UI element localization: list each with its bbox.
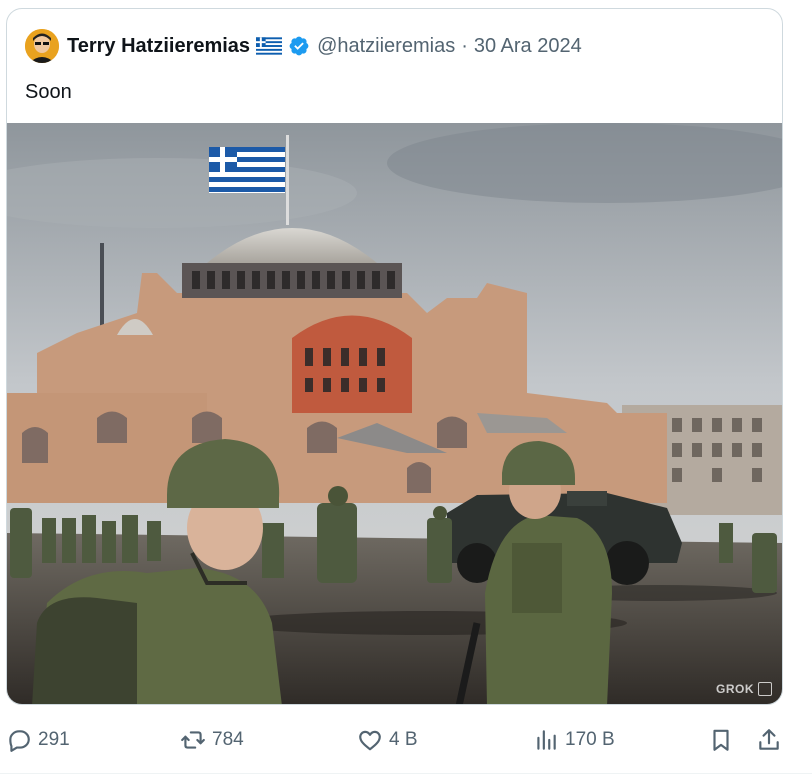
quoted-post-card[interactable]: Terry Hatziieremias @hatziieremias · 30 … — [6, 8, 783, 705]
reply-icon — [9, 730, 30, 752]
share-button[interactable] — [756, 726, 782, 754]
author-handle[interactable]: @hatziieremias — [317, 35, 455, 58]
repost-count: 784 — [212, 729, 244, 750]
hagia-sophia-soldiers-image — [7, 123, 782, 704]
author-name[interactable]: Terry Hatziieremias — [67, 35, 250, 58]
share-icon — [759, 729, 779, 750]
verified-badge-icon — [288, 35, 310, 57]
repost-icon — [181, 731, 205, 749]
quoted-post-text: Soon — [25, 81, 72, 103]
heart-icon — [359, 730, 381, 751]
author-avatar[interactable] — [25, 29, 59, 63]
post-date[interactable]: 30 Ara 2024 — [474, 35, 582, 58]
watermark-box-icon — [758, 682, 772, 696]
repost-button[interactable]: 784 — [180, 726, 244, 754]
meta-separator: · — [461, 34, 468, 57]
quoted-post-header: Terry Hatziieremias @hatziieremias · 30 … — [25, 28, 582, 64]
bookmark-icon — [713, 729, 729, 751]
reply-count: 291 — [38, 729, 70, 750]
like-button[interactable]: 4 B — [357, 726, 418, 754]
bookmark-button[interactable] — [708, 726, 734, 754]
grok-watermark: GROK — [716, 682, 772, 696]
greek-flag-on-dome — [209, 147, 285, 193]
post-image[interactable]: GROK — [7, 123, 782, 704]
views-count: 170 B — [565, 729, 615, 750]
like-count: 4 B — [389, 729, 418, 750]
reply-button[interactable]: 291 — [6, 726, 70, 754]
views-button[interactable]: 170 B — [533, 726, 615, 754]
post-actions-bar: 291 784 4 B 170 B — [0, 720, 812, 760]
post-divider — [0, 773, 812, 774]
greece-flag-icon — [256, 37, 283, 55]
views-bar-chart-icon — [537, 730, 556, 750]
